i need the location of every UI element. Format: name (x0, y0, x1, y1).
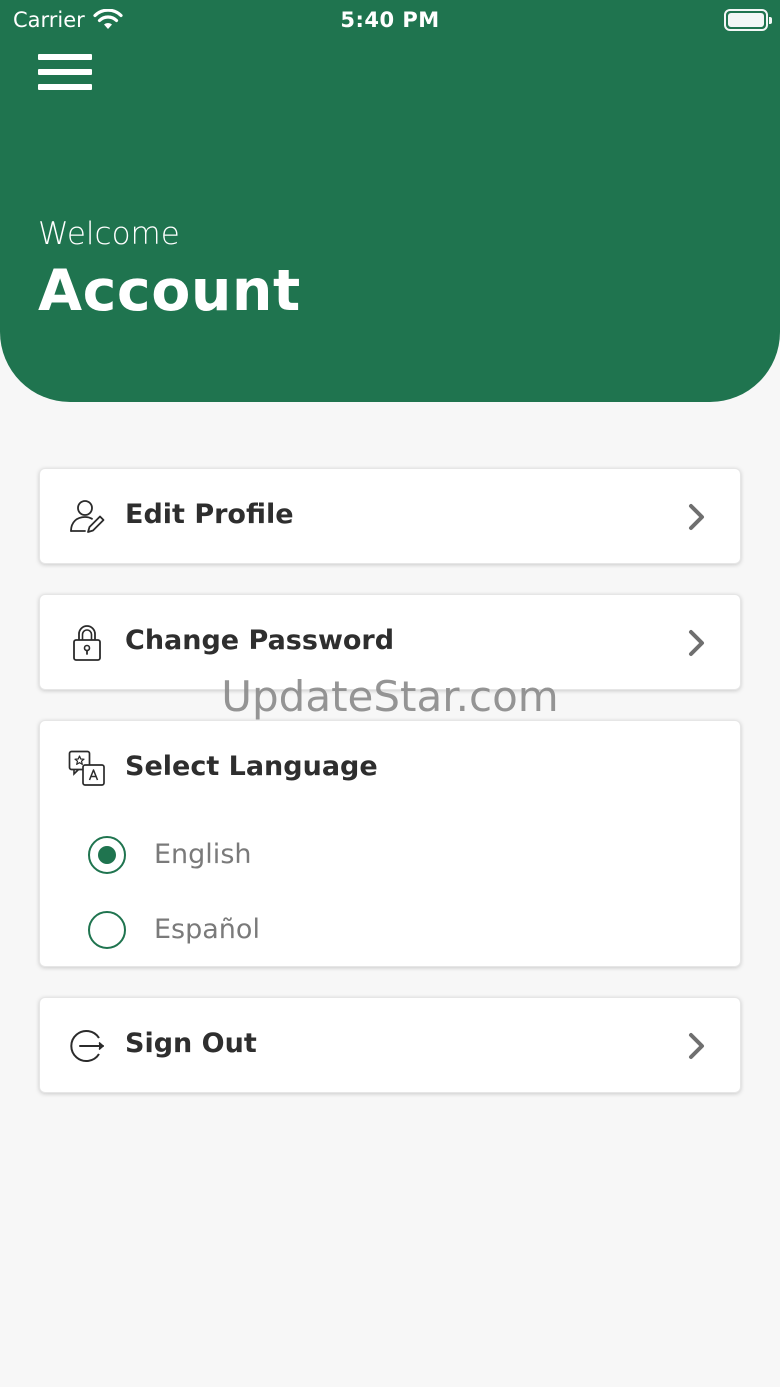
sign-out-icon (70, 1030, 104, 1062)
language-option-espanol[interactable]: Español (88, 907, 688, 955)
select-language-header: Select Language (40, 721, 740, 817)
battery-icon (724, 9, 772, 31)
sign-out-button[interactable]: Sign Out (40, 998, 740, 1094)
account-header: Carrier 5:40 PM Welcome Account (0, 0, 780, 402)
radio-english[interactable] (88, 836, 126, 874)
select-language-label: Select Language (125, 751, 378, 782)
radio-espanol[interactable] (88, 911, 126, 949)
welcome-text: Welcome (38, 216, 180, 252)
chevron-right-icon (689, 504, 704, 530)
user-edit-icon (70, 500, 105, 533)
chevron-right-icon (689, 630, 704, 656)
edit-profile-button[interactable]: Edit Profile (40, 469, 740, 565)
translate-icon (68, 750, 105, 786)
language-label-english: English (154, 839, 252, 870)
status-bar: Carrier 5:40 PM (0, 0, 780, 40)
status-time: 5:40 PM (340, 8, 440, 32)
language-label-espanol: Español (154, 914, 260, 945)
watermark-text: UpdateStar.com (221, 672, 559, 721)
change-password-label: Change Password (125, 625, 395, 656)
page-title: Account (38, 258, 301, 324)
edit-profile-label: Edit Profile (125, 499, 294, 530)
edit-profile-card: Edit Profile (39, 468, 741, 564)
sign-out-card: Sign Out (39, 997, 741, 1093)
hamburger-menu-icon[interactable] (38, 54, 94, 92)
chevron-right-icon (689, 1033, 704, 1059)
language-option-english[interactable]: English (88, 832, 688, 880)
lock-icon (73, 625, 101, 661)
sign-out-label: Sign Out (125, 1028, 257, 1059)
select-language-card: Select Language English Español (39, 720, 741, 967)
